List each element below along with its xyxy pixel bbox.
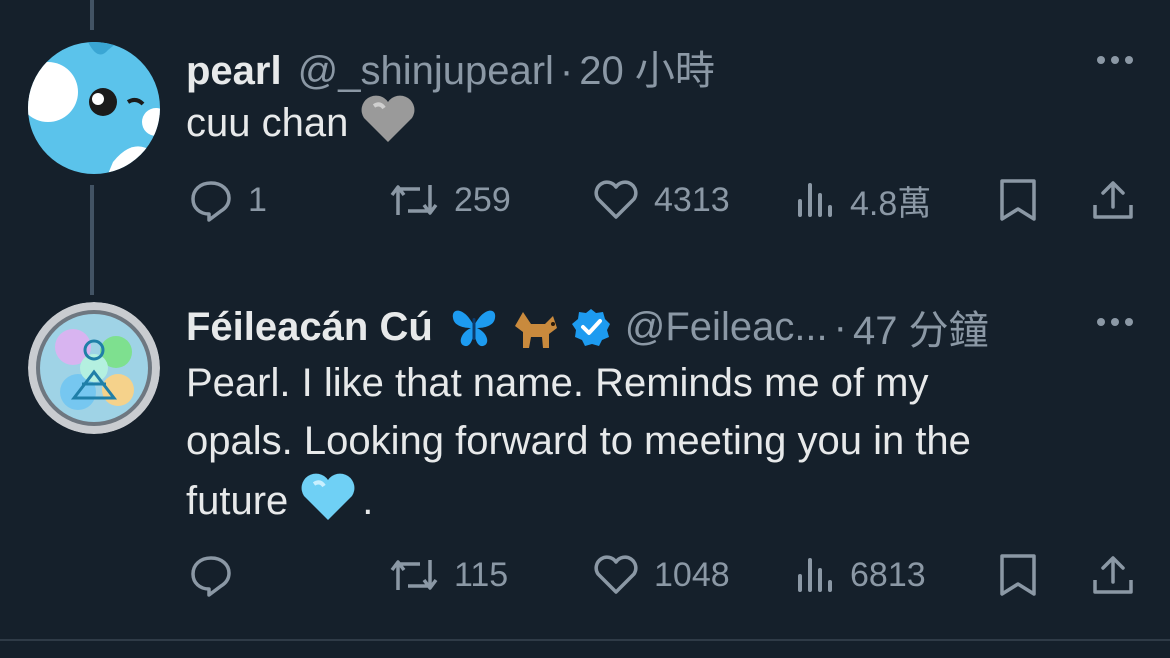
bookmark-button[interactable] — [998, 545, 1038, 605]
tweet-text: Pearl. I like that name. Reminds me of m… — [186, 354, 971, 538]
like-button[interactable]: 1048 — [592, 545, 730, 605]
user-handle[interactable]: @_shinjupearl — [298, 49, 554, 94]
retweet-count: 259 — [454, 180, 511, 219]
retweet-button[interactable]: 259 — [388, 170, 511, 230]
retweet-count: 115 — [454, 555, 509, 594]
reply-icon — [191, 556, 231, 597]
tweet-text: cuu chan — [186, 92, 416, 160]
reply-button[interactable]: 1 — [188, 170, 267, 230]
more-options-icon[interactable] — [1093, 312, 1141, 332]
tweet-2-header: Féileacán Cú @Feileac... · 47 分鐘 — [186, 298, 989, 356]
tweet-text-suffix: . — [362, 479, 374, 523]
display-name[interactable]: Féileacán Cú — [186, 305, 433, 350]
divider — [0, 639, 1170, 641]
share-button[interactable] — [1090, 170, 1136, 230]
views-icon — [798, 183, 832, 217]
views-button[interactable]: 4.8萬 — [796, 170, 931, 230]
tweet-text-line-2: opals. Looking forward to meeting you in… — [186, 419, 971, 463]
dog-emoji — [509, 304, 559, 350]
avatar-feileacan[interactable] — [28, 302, 160, 434]
butterfly-emoji — [449, 304, 499, 350]
share-icon — [1093, 556, 1133, 594]
retweet-button[interactable]: 115 — [388, 545, 508, 605]
thread-line-top — [90, 0, 94, 30]
retweet-icon — [390, 560, 438, 590]
separator-dot: · — [559, 49, 574, 93]
retweet-icon — [390, 185, 438, 215]
reply-count: 1 — [248, 180, 267, 219]
more-options-icon[interactable] — [1093, 50, 1141, 70]
light-blue-heart-emoji — [300, 470, 356, 538]
tweet-text-content: cuu chan — [186, 101, 349, 145]
tweet-1-actions: 1 259 4313 4.8萬 — [0, 170, 1170, 230]
reply-button[interactable] — [188, 545, 248, 605]
views-count: 6813 — [850, 555, 926, 594]
user-handle[interactable]: @Feileac... — [625, 305, 828, 350]
like-button[interactable]: 4313 — [592, 170, 730, 230]
timestamp[interactable]: 20 小時 — [579, 38, 715, 96]
heart-icon — [594, 555, 638, 594]
views-icon — [798, 558, 832, 592]
grey-heart-emoji — [360, 92, 416, 160]
avatar-pearl[interactable] — [28, 42, 160, 174]
tweet-1-header: pearl @_shinjupearl · 20 小時 — [186, 38, 715, 96]
verified-badge-icon[interactable] — [571, 307, 611, 347]
tweet-text-line-3: future. — [186, 470, 971, 538]
views-count: 4.8萬 — [850, 184, 932, 223]
reply-icon — [191, 181, 231, 222]
share-button[interactable] — [1090, 545, 1136, 605]
tweet-2-actions: 115 1048 6813 — [0, 545, 1170, 605]
views-button[interactable]: 6813 — [796, 545, 926, 605]
bookmark-icon — [1000, 179, 1036, 221]
timestamp[interactable]: 47 分鐘 — [853, 298, 989, 356]
bookmark-button[interactable] — [998, 170, 1038, 230]
tweet-text-line-3-content: future — [186, 479, 289, 523]
tweet-text-line-1: Pearl. I like that name. Reminds me of m… — [186, 361, 929, 405]
share-icon — [1093, 181, 1133, 219]
heart-icon — [594, 180, 638, 219]
display-name[interactable]: pearl — [186, 49, 282, 94]
bookmark-icon — [1000, 554, 1036, 596]
separator-dot: · — [833, 304, 847, 349]
like-count: 4313 — [654, 180, 730, 219]
like-count: 1048 — [654, 555, 730, 594]
